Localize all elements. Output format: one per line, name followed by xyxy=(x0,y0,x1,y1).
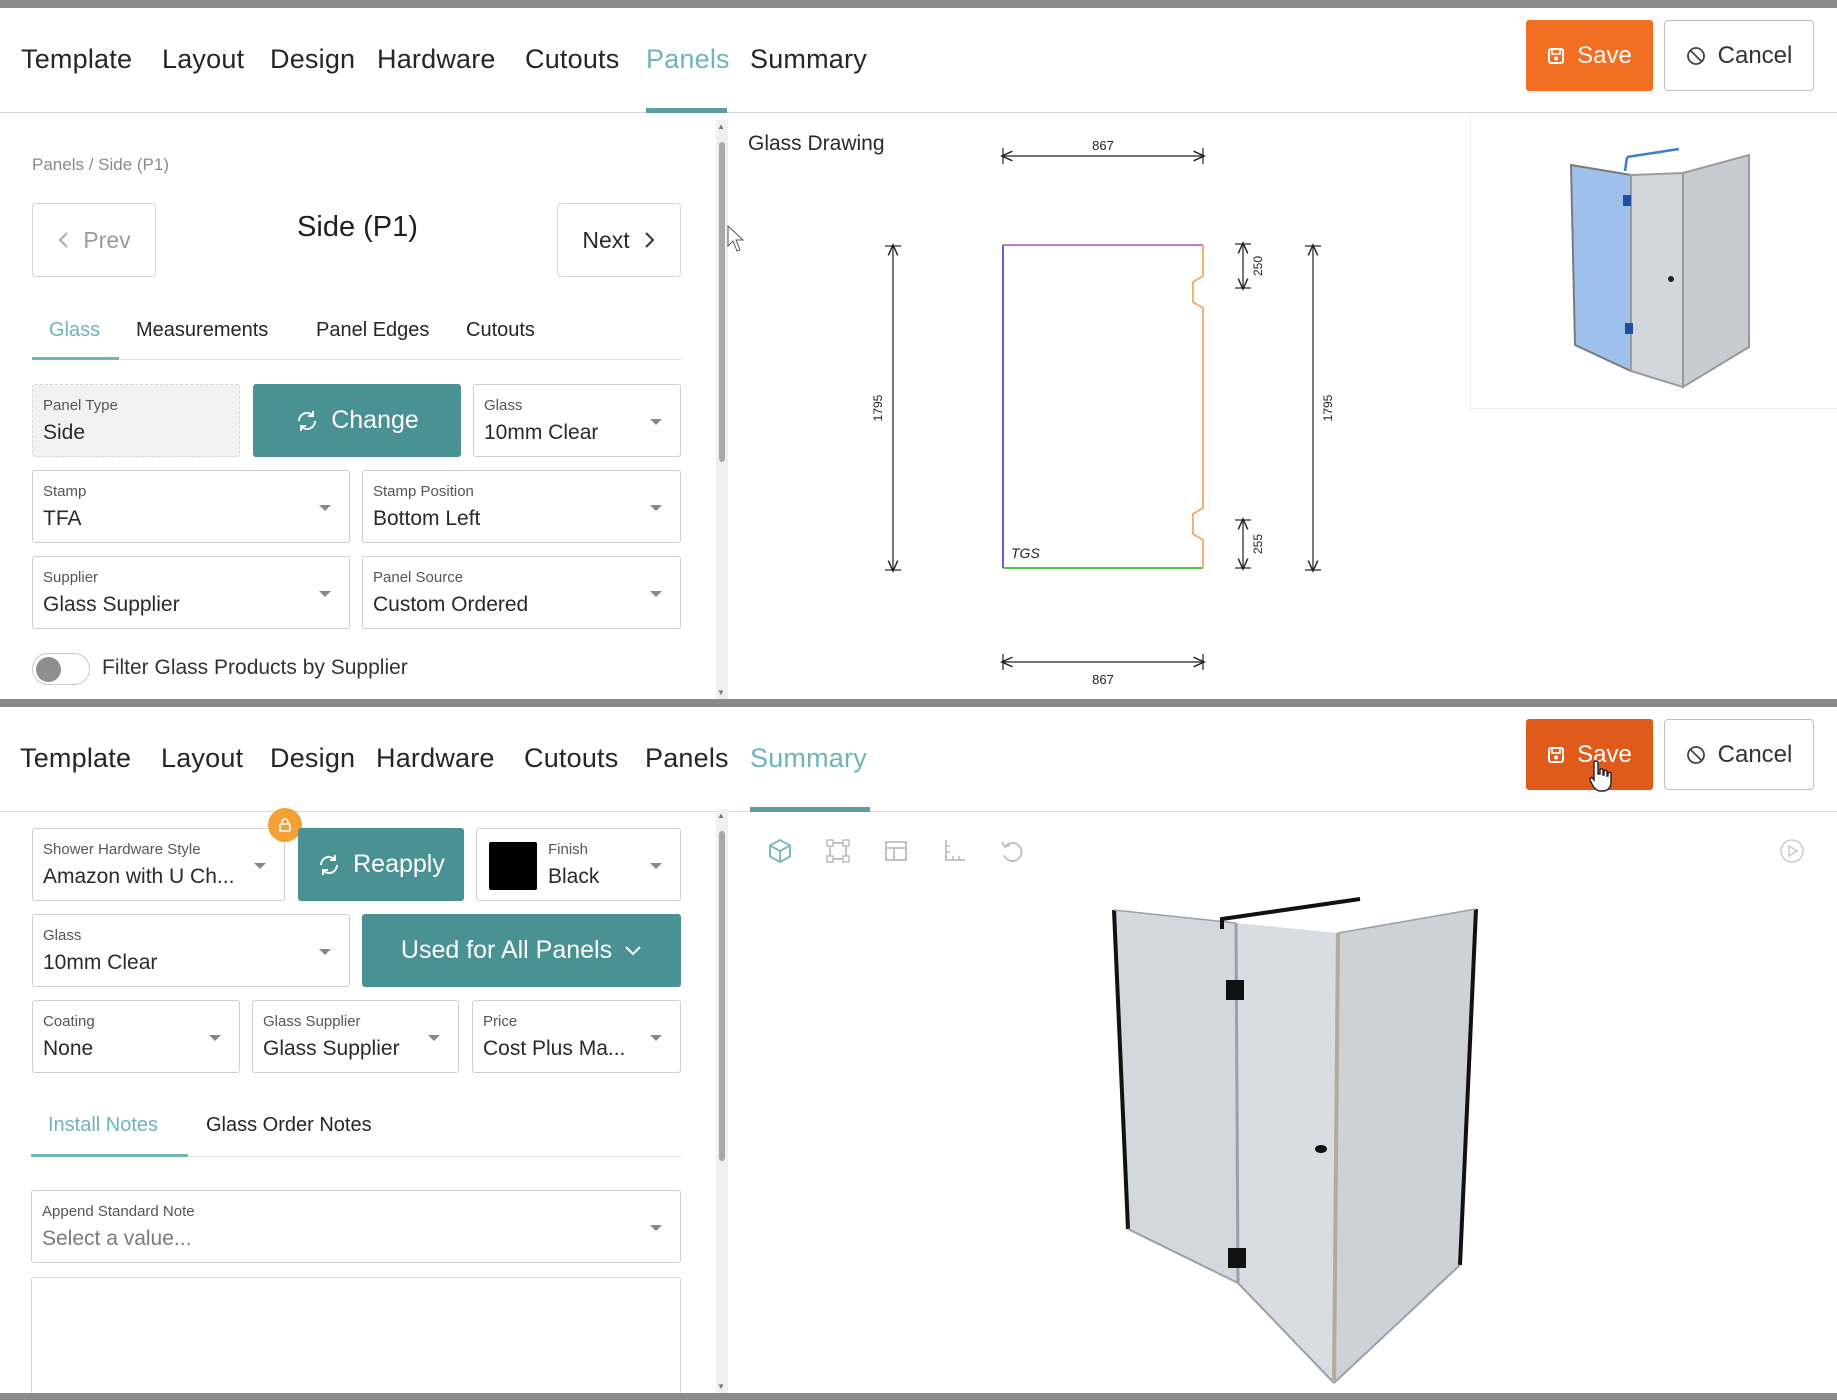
layout-view-icon[interactable] xyxy=(882,837,910,865)
reapply-label: Reapply xyxy=(353,850,445,878)
tab-hardware[interactable]: Hardware xyxy=(376,743,495,774)
chevron-down-icon xyxy=(428,1035,440,1041)
used-for-label: Used for All Panels xyxy=(400,936,613,964)
panels-screen: Template Layout Design Hardware Cutouts … xyxy=(0,8,1837,699)
coating-label: Coating xyxy=(43,1013,95,1030)
measure-ruler-icon[interactable] xyxy=(940,837,968,865)
chevron-down-icon xyxy=(650,1225,662,1231)
tab-summary[interactable]: Summary xyxy=(750,743,867,774)
cutout-top-label: 250 xyxy=(1251,256,1265,276)
cancel-button[interactable]: Cancel xyxy=(1664,719,1814,790)
price-value: Cost Plus Ma... xyxy=(483,1037,626,1060)
summary-form: Shower Hardware Style Amazon with U Ch..… xyxy=(0,808,720,1393)
3d-view-icon[interactable] xyxy=(766,837,794,865)
shower-3d-render[interactable] xyxy=(1090,877,1490,1393)
shower-preview-thumbnail[interactable] xyxy=(1470,113,1837,409)
finish-value: Black xyxy=(548,865,600,888)
append-note-label: Append Standard Note xyxy=(42,1203,195,1220)
top-width-label: 867 xyxy=(1092,138,1114,153)
scroll-down-icon[interactable]: ▼ xyxy=(717,1382,725,1391)
chevron-down-icon xyxy=(650,1035,662,1041)
top-nav: Template Layout Design Hardware Cutouts … xyxy=(0,707,1837,812)
tab-panels[interactable]: Panels xyxy=(645,743,729,774)
glass-value: 10mm Clear xyxy=(43,951,158,974)
shower-3d-thumbnail xyxy=(1569,147,1750,389)
hardware-style-select[interactable]: Shower Hardware Style Amazon with U Ch..… xyxy=(32,828,285,901)
price-select[interactable]: Price Cost Plus Ma... xyxy=(472,1000,681,1073)
subtab-active-indicator xyxy=(31,1154,188,1157)
tab-template[interactable]: Template xyxy=(20,743,131,774)
glass-label: Glass xyxy=(43,927,82,944)
tab-design[interactable]: Design xyxy=(270,743,355,774)
glass-supplier-select[interactable]: Glass Supplier Glass Supplier xyxy=(252,1000,459,1073)
chevron-down-icon xyxy=(319,949,331,955)
subtab-install-notes[interactable]: Install Notes xyxy=(48,1114,158,1137)
chevron-down-icon xyxy=(625,945,641,955)
refresh-icon xyxy=(320,854,339,875)
right-height-label: 1795 xyxy=(1321,394,1335,421)
scroll-up-icon[interactable]: ▲ xyxy=(717,811,725,820)
form-scrollbar[interactable]: ▲ ▼ xyxy=(716,809,728,1393)
tab-layout[interactable]: Layout xyxy=(161,743,243,774)
glass-supplier-value: Glass Supplier xyxy=(263,1037,400,1060)
chevron-down-icon xyxy=(209,1035,221,1041)
subtab-glass-order-notes[interactable]: Glass Order Notes xyxy=(206,1114,372,1137)
finish-label: Finish xyxy=(548,841,589,858)
scroll-thumb[interactable] xyxy=(719,831,725,1161)
glass-select[interactable]: Glass 10mm Clear xyxy=(32,914,350,987)
append-note-select[interactable]: Append Standard Note Select a value... xyxy=(31,1190,681,1263)
coating-value: None xyxy=(43,1037,94,1060)
summary-screen: Template Layout Design Hardware Cutouts … xyxy=(0,707,1837,1393)
save-button[interactable]: Save xyxy=(1526,719,1653,790)
play-icon[interactable] xyxy=(1778,837,1806,865)
reset-rotate-icon[interactable] xyxy=(998,837,1026,865)
chevron-down-icon xyxy=(254,863,266,869)
price-label: Price xyxy=(483,1013,518,1030)
finish-color-swatch xyxy=(489,842,537,890)
bottom-width-label: 867 xyxy=(1092,672,1114,687)
save-icon xyxy=(1548,746,1565,763)
cancel-label: Cancel xyxy=(1717,740,1793,768)
hardware-style-value: Amazon with U Ch... xyxy=(43,865,235,888)
chevron-down-icon xyxy=(650,863,662,869)
install-notes-textarea[interactable] xyxy=(31,1277,681,1393)
active-tab-indicator xyxy=(750,807,870,812)
cancel-icon xyxy=(1686,745,1705,764)
cutout-bottom-label: 255 xyxy=(1251,534,1265,554)
lock-icon[interactable] xyxy=(268,808,302,842)
panel-right-edge-with-cutouts xyxy=(1192,245,1204,568)
finish-select[interactable]: Finish Black xyxy=(476,828,681,901)
append-note-placeholder: Select a value... xyxy=(42,1227,192,1250)
coating-select[interactable]: Coating None xyxy=(32,1000,240,1073)
glass-supplier-label: Glass Supplier xyxy=(263,1013,361,1030)
used-for-all-panels-button[interactable]: Used for All Panels xyxy=(362,914,681,987)
tab-cutouts[interactable]: Cutouts xyxy=(524,743,618,774)
hardware-style-label: Shower Hardware Style xyxy=(43,841,201,858)
select-frame-icon[interactable] xyxy=(824,837,852,865)
reapply-button[interactable]: Reapply xyxy=(298,828,464,901)
save-label: Save xyxy=(1577,740,1632,768)
stamp-mark: TGS xyxy=(1011,545,1040,561)
left-height-label: 1795 xyxy=(871,394,885,421)
